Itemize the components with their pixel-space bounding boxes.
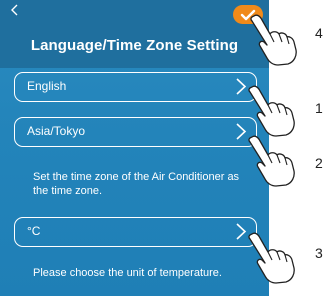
back-arrow-icon[interactable] (9, 2, 27, 22)
page-title: Language/Time Zone Setting (30, 37, 239, 54)
hand-pointer-icon (248, 85, 295, 137)
language-setting[interactable]: English (14, 72, 257, 102)
callout-number-4: 4 (315, 25, 323, 41)
callout-number-2: 2 (315, 155, 323, 171)
hand-pointer-icon (248, 232, 295, 284)
header-bar (0, 0, 269, 68)
temperature-unit-hint: Please choose the unit of temperature. (33, 267, 222, 279)
hand-pointer-icon (250, 14, 297, 66)
temperature-unit-value: °C (27, 224, 41, 238)
callout-number-1: 1 (315, 100, 323, 116)
callout-number-3: 3 (315, 245, 323, 261)
time-zone-setting[interactable]: Asia/Tokyo (14, 117, 257, 147)
language-value: English (27, 79, 67, 93)
app-screen: Language/Time Zone Setting English Asia/… (0, 0, 269, 296)
temperature-unit-setting[interactable]: °C (14, 217, 257, 247)
time-zone-hint: Set the time zone of the Air Conditioner… (33, 171, 240, 197)
time-zone-value: Asia/Tokyo (27, 124, 86, 138)
hand-pointer-icon (248, 135, 295, 187)
